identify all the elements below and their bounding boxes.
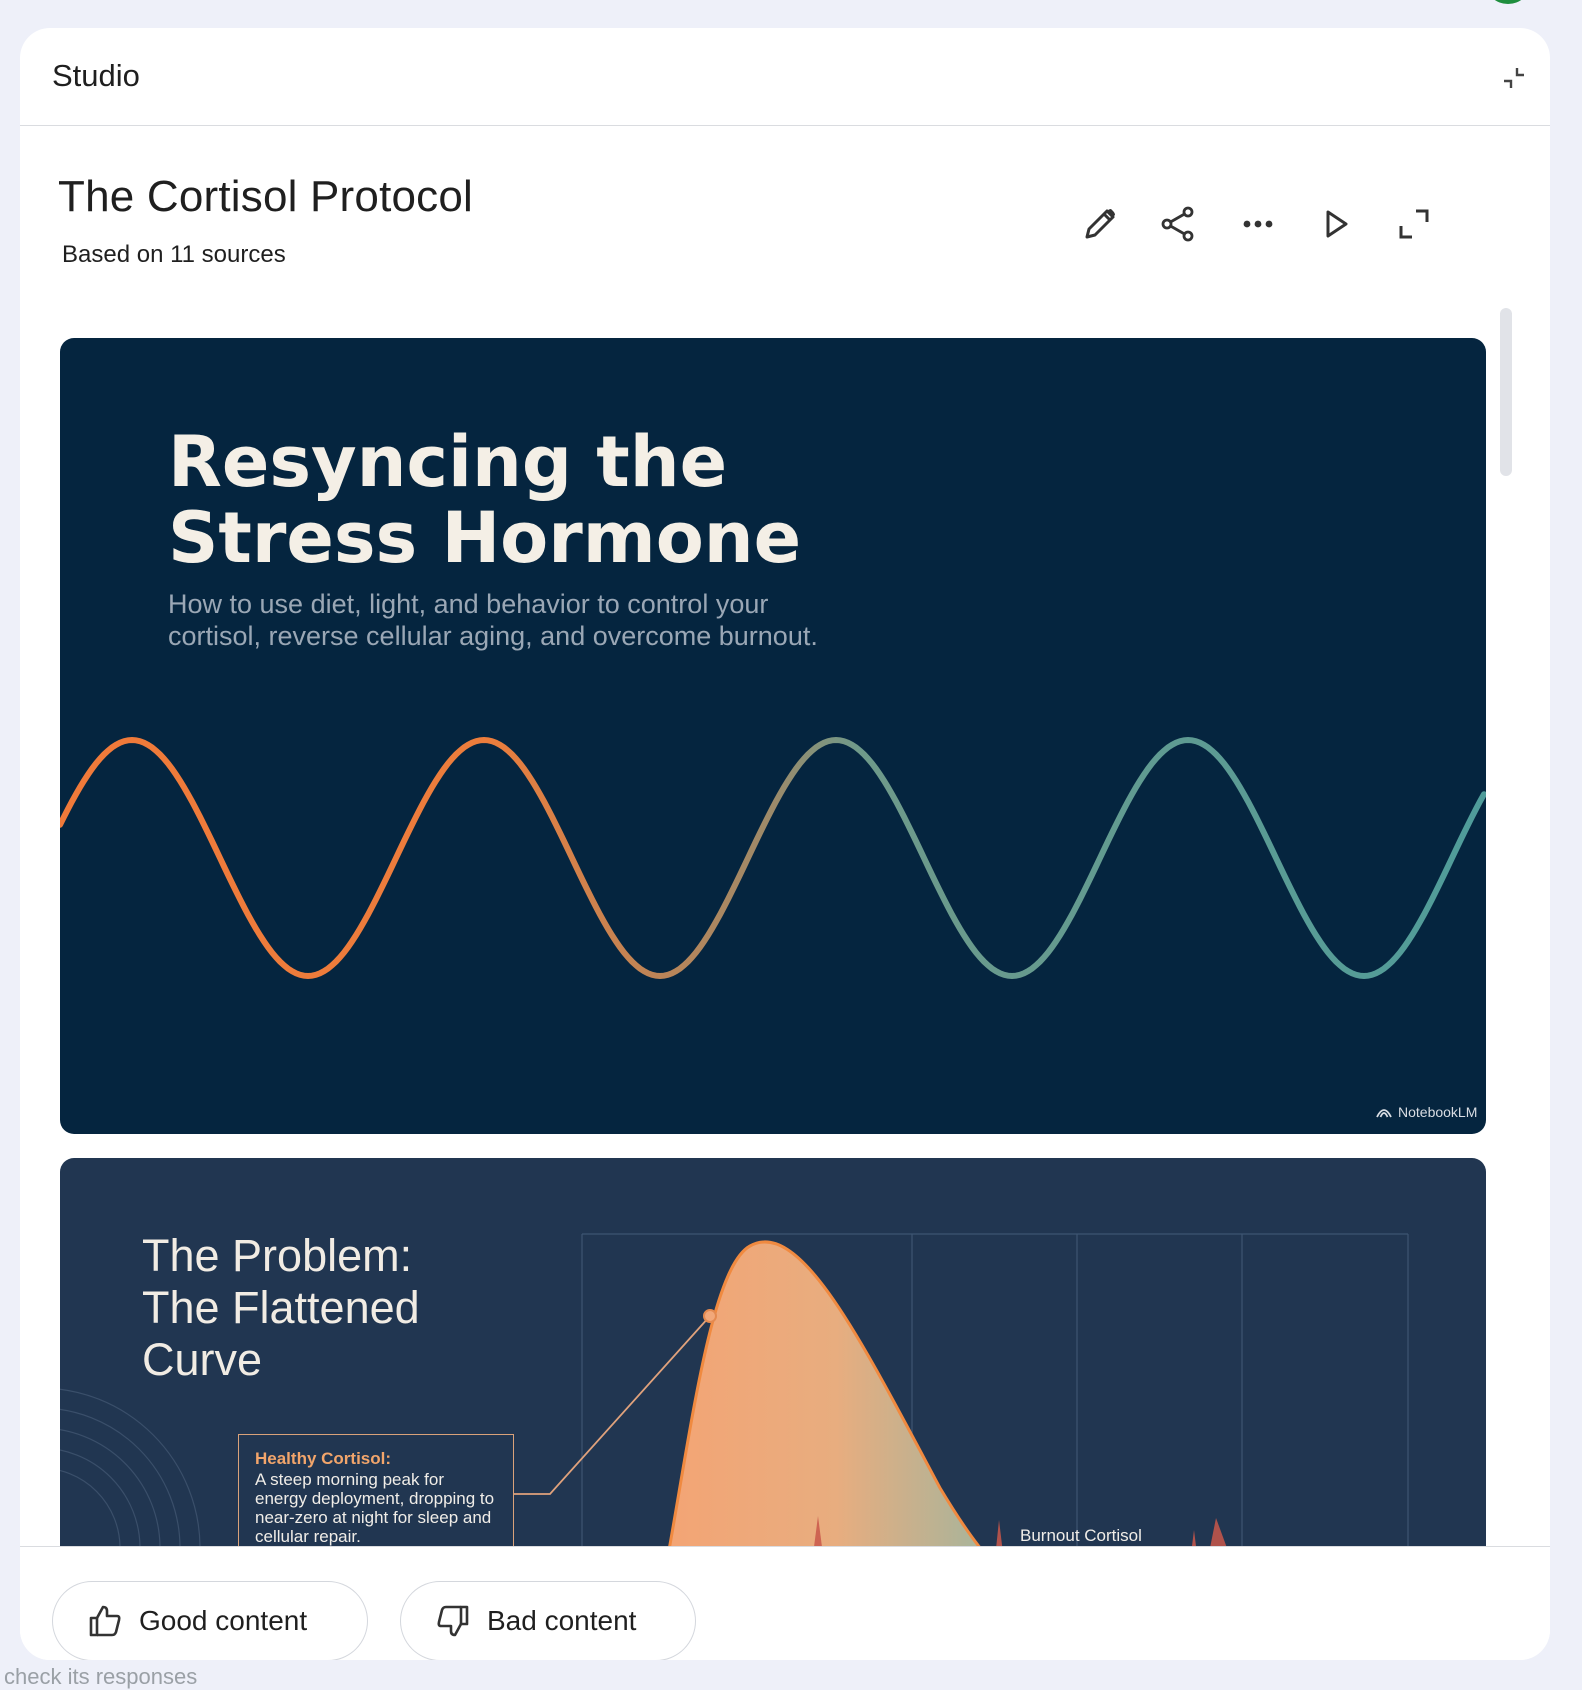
play-button[interactable] xyxy=(1310,198,1362,250)
feedback-bar: Good content Bad content xyxy=(20,1546,1550,1660)
panel-title: Studio xyxy=(52,58,140,93)
more-options-button[interactable] xyxy=(1232,198,1284,250)
thumbs-down-icon xyxy=(437,1605,469,1637)
slides-scroll-area[interactable]: Resyncing the Stress Hormone How to use … xyxy=(20,308,1550,1546)
more-icon xyxy=(1243,220,1273,228)
panel-header: Studio xyxy=(20,28,1550,126)
callout-heading: Healthy Cortisol: xyxy=(255,1449,392,1468)
studio-panel: Studio The Cortisol Protocol Based on 11… xyxy=(20,28,1550,1660)
notebooklm-logo-icon xyxy=(1376,1109,1392,1118)
document-title: The Cortisol Protocol xyxy=(58,172,474,221)
bad-content-label: Bad content xyxy=(487,1605,637,1636)
healthy-cortisol-callout: Healthy Cortisol: A steep morning peak f… xyxy=(238,1434,514,1546)
sources-count: Based on 11 sources xyxy=(62,241,286,268)
background-disclaimer-text: check its responses xyxy=(4,1664,198,1689)
fullscreen-button[interactable] xyxy=(1388,198,1440,250)
bad-content-button[interactable]: Bad content xyxy=(400,1581,696,1660)
good-content-label: Good content xyxy=(139,1605,308,1636)
slide-2[interactable]: The Problem: The Flattened Curve Healthy… xyxy=(60,1158,1486,1546)
pencil-icon xyxy=(1085,209,1115,239)
share-icon xyxy=(1161,206,1194,242)
brand-label: NotebookLM xyxy=(1398,1104,1478,1120)
collapse-icon xyxy=(1504,68,1524,88)
slide-title: The Problem: The Flattened Curve xyxy=(142,1230,420,1385)
fullscreen-icon xyxy=(1399,209,1429,239)
good-content-button[interactable]: Good content xyxy=(52,1581,368,1660)
burnout-series-label: Burnout Cortisol xyxy=(1020,1526,1142,1545)
scrollbar-thumb[interactable] xyxy=(1500,308,1512,476)
slide-subtitle: How to use diet, light, and behavior to … xyxy=(168,589,818,651)
collapse-button[interactable] xyxy=(1496,60,1532,96)
play-icon xyxy=(1326,210,1348,238)
avatar[interactable] xyxy=(1486,0,1530,4)
slide-1[interactable]: Resyncing the Stress Hormone How to use … xyxy=(60,338,1486,1134)
notebooklm-brand: NotebookLM xyxy=(1376,1104,1477,1120)
edit-button[interactable] xyxy=(1074,198,1126,250)
thumbs-up-icon xyxy=(89,1605,121,1637)
slide-title: Resyncing the Stress Hormone xyxy=(168,421,802,579)
callout-body: A steep morning peak for energy deployme… xyxy=(255,1470,495,1546)
share-button[interactable] xyxy=(1152,198,1204,250)
